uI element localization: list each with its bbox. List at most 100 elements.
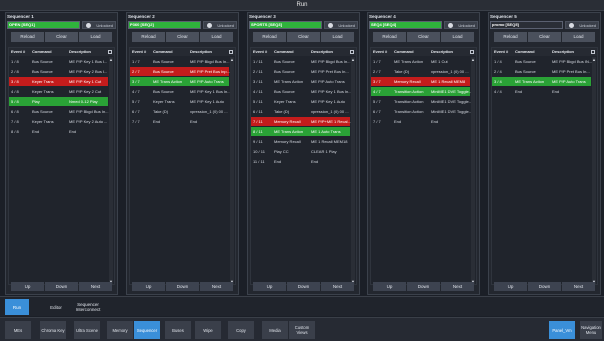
tab-buses[interactable]: Buses	[165, 321, 191, 339]
tab-chroma-key[interactable]: Chroma Key	[40, 321, 66, 339]
scroll-up-icon[interactable]: ▲	[230, 58, 234, 62]
header-event[interactable]: Event #	[132, 48, 152, 56]
next-button[interactable]: Next	[200, 282, 233, 291]
reload-button[interactable]: Reload	[11, 32, 44, 42]
table-row[interactable]: 8 / 11 ME Trans Action ME 1 Auto Trans	[251, 127, 350, 136]
table-row[interactable]: 3 / 4 ME Trans Action ME P/P Auto Trans	[492, 77, 591, 86]
sequence-file-field[interactable]: OPEN [SEQ1]	[7, 21, 80, 29]
table-row[interactable]: 7 / 7 End End	[371, 117, 470, 126]
load-button[interactable]: Load	[321, 32, 354, 42]
load-button[interactable]: Load	[200, 32, 233, 42]
column-settings-icon[interactable]	[108, 50, 112, 54]
tab-mes[interactable]: MEs	[5, 321, 31, 339]
reload-button[interactable]: Reload	[132, 32, 165, 42]
table-row[interactable]: 4 / 7 Transition Action MiniME1 DVE Toggle…	[371, 87, 472, 96]
table-row[interactable]: 10 / 11 Play CC CLEAR 1 Play	[251, 147, 350, 156]
header-description[interactable]: Description	[552, 48, 596, 56]
table-row[interactable]: 4 / 11 Bus Source ME P/P Key 1 Bus In...	[251, 87, 352, 96]
table-row[interactable]: 4 / 4 End End	[492, 87, 591, 96]
unlock-button[interactable]: Unlocked	[324, 21, 358, 29]
column-settings-icon[interactable]	[470, 50, 474, 54]
clear-button[interactable]: Clear	[528, 32, 561, 42]
header-event[interactable]: Event #	[373, 48, 393, 56]
scroll-up-icon[interactable]: ▲	[351, 58, 355, 62]
table-row[interactable]: 5 / 8 Play Nmed 0-12 Play	[9, 97, 108, 106]
column-settings-icon[interactable]	[591, 50, 595, 54]
sequence-file-field[interactable]: P360 [SEQ2]	[128, 21, 201, 29]
column-settings-icon[interactable]	[229, 50, 233, 54]
table-scrollbar[interactable]: ▲▼	[109, 57, 113, 284]
unlock-button[interactable]: Unlocked	[203, 21, 237, 29]
reload-button[interactable]: Reload	[253, 32, 286, 42]
table-scrollbar[interactable]: ▲▼	[471, 57, 475, 284]
sequence-file-field[interactable]: SPORTS [SEQ3]	[249, 21, 322, 29]
tab-panel-vm[interactable]: Panel_Vm	[549, 321, 575, 339]
table-row[interactable]: 4 / 7 Bus Source ME P/P Key 1 Bus In...	[130, 87, 231, 96]
next-button[interactable]: Next	[441, 282, 474, 291]
table-scrollbar[interactable]: ▲▼	[351, 57, 355, 284]
down-button[interactable]: Down	[45, 282, 78, 291]
table-row[interactable]: 1 / 7 Bus Source ME P/P Bkgd Bus In...	[130, 57, 230, 66]
unlock-button[interactable]: Unlocked	[444, 21, 478, 29]
table-row[interactable]: 4 / 8 Keyer Trans ME P/P Key 2 Cut	[9, 87, 108, 96]
table-scrollbar[interactable]: ▲▼	[592, 57, 596, 284]
table-row[interactable]: 5 / 11 Keyer Trans ME P/P Key 1 Auto	[251, 97, 350, 106]
navigation-menu-button[interactable]: Navigation Menu	[580, 321, 602, 339]
table-row[interactable]: 1 / 8 Bus Source ME P/P Key 1 Bus I...	[9, 57, 108, 66]
header-description[interactable]: Description	[69, 48, 113, 56]
header-command[interactable]: Command	[515, 48, 552, 56]
scroll-up-icon[interactable]: ▲	[471, 58, 475, 62]
up-button[interactable]: Up	[253, 282, 286, 291]
header-description[interactable]: Description	[431, 48, 475, 56]
tab-ultra-scene[interactable]: Ultra Scene	[74, 321, 100, 339]
table-row[interactable]: 2 / 11 Bus Source ME P/P Pret Bus In...	[251, 67, 350, 76]
load-button[interactable]: Load	[79, 32, 112, 42]
scroll-up-icon[interactable]: ▲	[592, 58, 596, 62]
table-row[interactable]: 3 / 7 ME Trans Action ME P/P Auto Trans	[130, 77, 229, 86]
tab-media[interactable]: Media	[262, 321, 288, 339]
table-row[interactable]: 1 / 7 ME Trans Action ME 1 Cut	[371, 57, 470, 66]
sequence-file-field[interactable]: promo [SEQ5]	[490, 21, 563, 29]
header-description[interactable]: Description	[190, 48, 234, 56]
up-button[interactable]: Up	[11, 282, 44, 291]
table-row[interactable]: 2 / 8 Bus Source ME P/P Key 2 Bus I...	[9, 67, 108, 76]
header-command[interactable]: Command	[153, 48, 190, 56]
table-row[interactable]: 6 / 7 Take (D) xpression_1 (0) 00 ...	[130, 107, 229, 116]
table-row[interactable]: 2 / 7 Take (D) xpression_1 (0) 00 ...	[371, 67, 470, 76]
column-settings-icon[interactable]	[350, 50, 354, 54]
clear-button[interactable]: Clear	[407, 32, 440, 42]
reload-button[interactable]: Reload	[494, 32, 527, 42]
load-button[interactable]: Load	[562, 32, 595, 42]
clear-button[interactable]: Clear	[166, 32, 199, 42]
table-scrollbar[interactable]: ▲▼	[230, 57, 234, 284]
unlock-button[interactable]: Unlocked	[82, 21, 116, 29]
table-row[interactable]: 7 / 11 Memory Recall ME P/P+ME 1 Recal...	[251, 117, 351, 126]
next-button[interactable]: Next	[321, 282, 354, 291]
header-event[interactable]: Event #	[494, 48, 514, 56]
reload-button[interactable]: Reload	[373, 32, 406, 42]
next-button[interactable]: Next	[79, 282, 112, 291]
header-command[interactable]: Command	[32, 48, 69, 56]
tab-custom-views[interactable]: Custom Views	[289, 321, 315, 339]
up-button[interactable]: Up	[132, 282, 165, 291]
down-button[interactable]: Down	[166, 282, 199, 291]
tab-wipe[interactable]: Wipe	[195, 321, 221, 339]
table-row[interactable]: 3 / 11 ME Trans Action ME P/P Auto Trans	[251, 77, 350, 86]
table-row[interactable]: 7 / 7 End End	[130, 117, 229, 126]
clear-button[interactable]: Clear	[45, 32, 78, 42]
up-button[interactable]: Up	[373, 282, 406, 291]
table-row[interactable]: 2 / 7 Bus Source ME P/P Pret Bus Inp...	[130, 67, 230, 76]
table-row[interactable]: 3 / 7 Memory Recall ME 1 Recall MEM8	[371, 77, 470, 86]
tab-run[interactable]: Run	[5, 299, 29, 315]
table-row[interactable]: 6 / 11 Take (D) xpression_1 (0) 00 ...	[251, 107, 350, 116]
table-row[interactable]: 2 / 4 Bus Source ME P/P Pret Bus In...	[492, 67, 591, 76]
table-row[interactable]: 6 / 7 Transition Action MiniME1 DVE Toggle…	[371, 107, 472, 116]
next-button[interactable]: Next	[562, 282, 595, 291]
table-row[interactable]: 1 / 11 Bus Source ME P/P Bkgd Bus In...	[251, 57, 351, 66]
table-row[interactable]: 7 / 8 Keyer Trans ME P/P Key 2 Auto ...	[9, 117, 108, 126]
tab-sequencer-interconnect[interactable]: Sequencer Interconnect	[76, 299, 101, 315]
clear-button[interactable]: Clear	[287, 32, 320, 42]
header-command[interactable]: Command	[394, 48, 431, 56]
load-button[interactable]: Load	[441, 32, 474, 42]
header-description[interactable]: Description	[311, 48, 355, 56]
